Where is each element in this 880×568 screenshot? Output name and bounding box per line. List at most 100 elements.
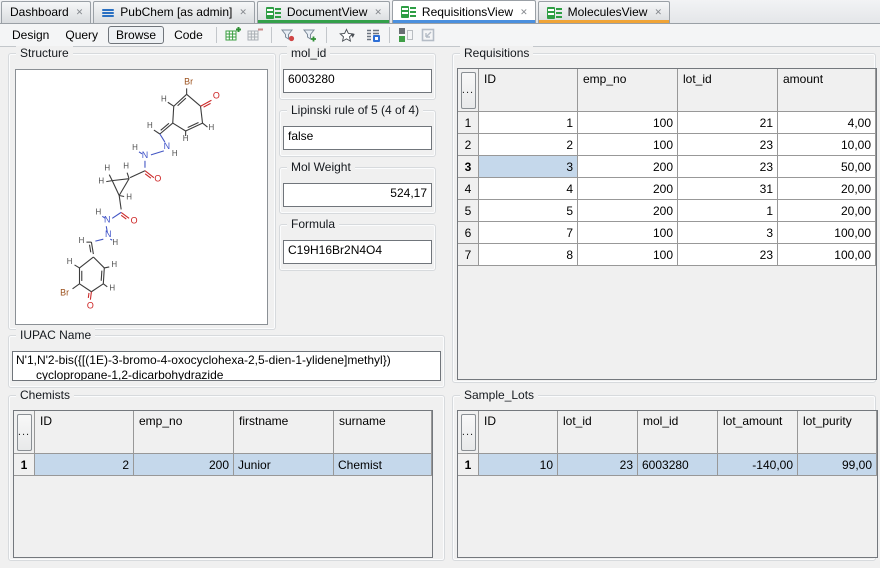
table-cell[interactable]: 6003280 bbox=[638, 454, 718, 476]
column-header[interactable]: lot_id bbox=[678, 69, 778, 112]
tab-dashboard[interactable]: Dashboard ✕ bbox=[1, 1, 91, 23]
filter-add-icon[interactable] bbox=[299, 25, 321, 45]
table-cell[interactable]: 200 bbox=[578, 200, 678, 222]
formula-field[interactable]: C19H16Br2N4O4 bbox=[283, 240, 432, 264]
table-cell[interactable]: 2 bbox=[35, 454, 134, 476]
requisitions-table[interactable]: ...IDemp_nolot_idamount11100214,00221002… bbox=[457, 68, 877, 380]
table-cell[interactable]: 100 bbox=[578, 112, 678, 134]
table-cell[interactable]: 100,00 bbox=[778, 244, 876, 266]
close-icon[interactable]: ✕ bbox=[238, 7, 248, 18]
table-cell[interactable]: 200 bbox=[134, 454, 234, 476]
tab-documentview[interactable]: DocumentView ✕ bbox=[257, 1, 390, 23]
table-cell[interactable]: 1 bbox=[479, 112, 578, 134]
table-cell[interactable]: 4 bbox=[479, 178, 578, 200]
delete-record-icon[interactable] bbox=[244, 25, 266, 45]
lipinski-field[interactable]: false bbox=[283, 126, 432, 150]
table-cell[interactable]: 3 bbox=[479, 156, 578, 178]
table-cell[interactable]: 2 bbox=[479, 134, 578, 156]
table-cell[interactable]: 20,00 bbox=[778, 200, 876, 222]
chemists-table[interactable]: ...IDemp_nofirstnamesurname 12200JuniorCh… bbox=[13, 410, 433, 558]
table-cell[interactable]: 10 bbox=[479, 454, 558, 476]
lipinski-group: Lipinski rule of 5 (4 of 4) false bbox=[279, 110, 436, 157]
table-empty-area bbox=[458, 266, 876, 379]
table-cell[interactable]: Junior bbox=[234, 454, 334, 476]
table-corner-button[interactable]: ... bbox=[461, 72, 476, 109]
sample-lots-panel-label: Sample_Lots bbox=[460, 388, 538, 402]
table-cell[interactable]: 23 bbox=[558, 454, 638, 476]
row-header[interactable]: 1 bbox=[458, 112, 479, 134]
row-header[interactable]: 1 bbox=[14, 454, 35, 476]
row-header[interactable]: 2 bbox=[458, 134, 479, 156]
column-header[interactable]: emp_no bbox=[134, 411, 234, 454]
row-header[interactable]: 4 bbox=[458, 178, 479, 200]
mol-weight-field[interactable]: 524,17 bbox=[283, 183, 432, 207]
table-cell[interactable]: 5 bbox=[479, 200, 578, 222]
table-cell[interactable]: Chemist bbox=[334, 454, 432, 476]
sample-lots-table[interactable]: ...IDlot_idmol_idlot_amountlot_purity 110… bbox=[457, 410, 878, 558]
insert-record-icon[interactable] bbox=[222, 25, 244, 45]
close-icon[interactable]: ✕ bbox=[75, 7, 85, 18]
tab-underline bbox=[393, 20, 535, 23]
column-header[interactable]: ID bbox=[35, 411, 134, 454]
close-icon[interactable]: ✕ bbox=[373, 7, 383, 18]
data-options-icon[interactable] bbox=[362, 25, 384, 45]
column-header[interactable]: emp_no bbox=[578, 69, 678, 112]
close-icon[interactable]: ✕ bbox=[653, 7, 663, 18]
chevron-down-icon[interactable]: ▾ bbox=[351, 31, 355, 40]
table-cell[interactable]: 200 bbox=[578, 156, 678, 178]
column-header[interactable]: surname bbox=[334, 411, 432, 454]
mode-browse-button[interactable]: Browse bbox=[108, 26, 164, 44]
table-cell[interactable]: 1 bbox=[678, 200, 778, 222]
table-cell[interactable]: 4,00 bbox=[778, 112, 876, 134]
table-cell[interactable]: 8 bbox=[479, 244, 578, 266]
table-cell[interactable]: 50,00 bbox=[778, 156, 876, 178]
row-header[interactable]: 7 bbox=[458, 244, 479, 266]
tab-moleculesview[interactable]: MoleculesView ✕ bbox=[538, 1, 670, 23]
table-cell[interactable]: 10,00 bbox=[778, 134, 876, 156]
column-header[interactable]: firstname bbox=[234, 411, 334, 454]
column-header[interactable]: lot_purity bbox=[798, 411, 877, 454]
table-cell[interactable]: 100 bbox=[578, 244, 678, 266]
table-cell[interactable]: 23 bbox=[678, 156, 778, 178]
table-corner-button[interactable]: ... bbox=[461, 414, 476, 451]
row-header[interactable]: 5 bbox=[458, 200, 479, 222]
row-header[interactable]: 1 bbox=[458, 454, 479, 476]
mode-code-button[interactable]: Code bbox=[166, 26, 211, 44]
row-header[interactable]: 3 bbox=[458, 156, 479, 178]
table-corner-button[interactable]: ... bbox=[17, 414, 32, 451]
table-cell[interactable]: 3 bbox=[678, 222, 778, 244]
filter-clear-icon[interactable] bbox=[277, 25, 299, 45]
compare-layout-icon[interactable] bbox=[395, 25, 417, 45]
svg-text:O: O bbox=[131, 215, 138, 225]
close-icon[interactable]: ✕ bbox=[519, 7, 529, 18]
table-cell[interactable]: 100 bbox=[578, 134, 678, 156]
table-cell[interactable]: 23 bbox=[678, 134, 778, 156]
table-cell[interactable]: 200 bbox=[578, 178, 678, 200]
chemists-panel: Chemists ...IDemp_nofirstnamesurname1220… bbox=[8, 395, 445, 561]
row-header[interactable]: 6 bbox=[458, 222, 479, 244]
table-cell[interactable]: 31 bbox=[678, 178, 778, 200]
column-header[interactable]: ID bbox=[479, 69, 578, 112]
table-cell[interactable]: 23 bbox=[678, 244, 778, 266]
favorites-star-icon[interactable]: ▾ bbox=[332, 25, 362, 45]
table-cell[interactable]: 20,00 bbox=[778, 178, 876, 200]
mode-design-button[interactable]: Design bbox=[4, 26, 57, 44]
column-header[interactable]: lot_id bbox=[558, 411, 638, 454]
table-cell[interactable]: 21 bbox=[678, 112, 778, 134]
mode-query-button[interactable]: Query bbox=[57, 26, 106, 44]
column-header[interactable]: lot_amount bbox=[718, 411, 798, 454]
mol-id-field[interactable]: 6003280 bbox=[283, 69, 432, 93]
table-cell[interactable]: -140,00 bbox=[718, 454, 798, 476]
table-cell[interactable]: 100,00 bbox=[778, 222, 876, 244]
table-cell[interactable]: 7 bbox=[479, 222, 578, 244]
iupac-field[interactable]: N'1,N'2-bis({[(1E)-3-bromo-4-oxocyclohex… bbox=[12, 351, 441, 381]
tab-pubchem[interactable]: PubChem [as admin] ✕ bbox=[93, 1, 255, 23]
column-header[interactable]: mol_id bbox=[638, 411, 718, 454]
column-header[interactable]: ID bbox=[479, 411, 558, 454]
tab-requisitionsview[interactable]: RequisitionsView ✕ bbox=[392, 0, 536, 23]
table-header-row: ...IDemp_nolot_idamount bbox=[458, 69, 876, 112]
table-cell[interactable]: 100 bbox=[578, 222, 678, 244]
table-cell[interactable]: 99,00 bbox=[798, 454, 877, 476]
fit-window-icon[interactable] bbox=[417, 25, 439, 45]
column-header[interactable]: amount bbox=[778, 69, 876, 112]
